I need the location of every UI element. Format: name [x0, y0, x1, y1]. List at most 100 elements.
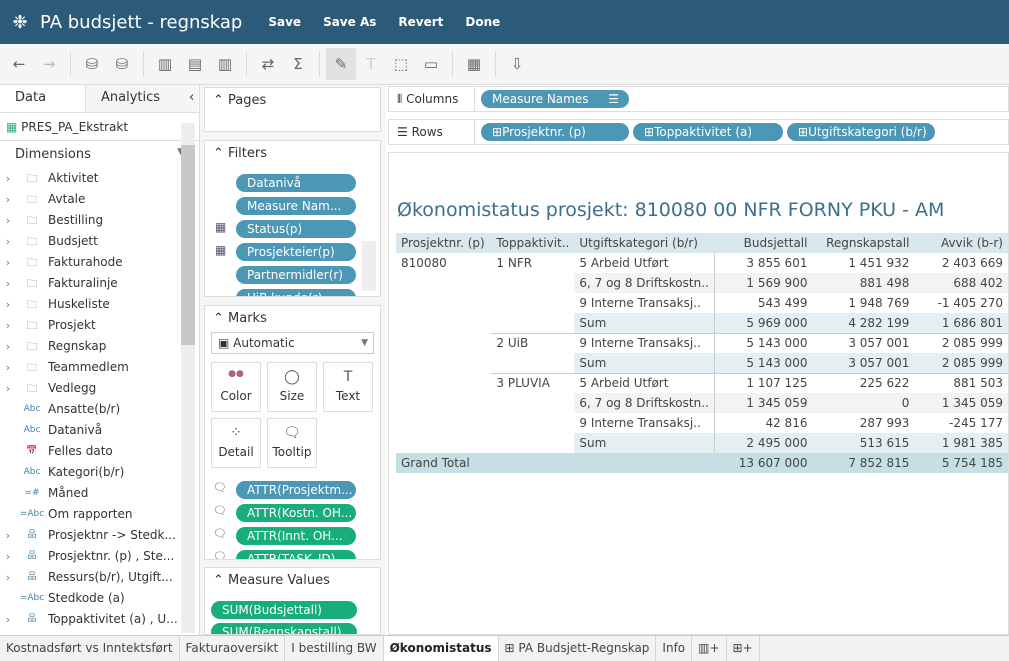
filter-pill[interactable]: UiB kunde(r) [236, 289, 356, 296]
save-button[interactable]: Save [268, 15, 301, 29]
sheet-tab[interactable]: ⊞ PA Budsjett-Regnskap [499, 636, 657, 661]
expand-icon[interactable]: › [0, 294, 16, 315]
dimension-item[interactable]: › 🗀 Vedlegg [0, 378, 199, 399]
dimension-item[interactable]: › 🗀 Fakturahode [0, 252, 199, 273]
dimension-item[interactable]: › 🗀 Avtale [0, 189, 199, 210]
expand-icon[interactable] [0, 483, 16, 504]
swap-icon[interactable]: ⇄ [253, 55, 283, 73]
expand-icon[interactable] [0, 420, 16, 441]
expand-icon[interactable]: › [0, 546, 16, 567]
dimension-item[interactable]: › 品 Ressurs(b/r), Utgift... [0, 567, 199, 588]
dimension-item[interactable]: Abc Datanivå [0, 420, 199, 441]
dimension-item[interactable]: › 🗀 Teammedlem [0, 357, 199, 378]
expand-icon[interactable]: › [0, 357, 16, 378]
labels-icon[interactable]: T [356, 55, 386, 73]
tab-analytics[interactable]: Analytics [85, 85, 185, 112]
new-dashboard-button[interactable]: ⊞+ [727, 636, 760, 661]
dimension-item[interactable]: =# Måned [0, 483, 199, 504]
forward-icon[interactable]: → [34, 55, 64, 73]
size-mark-button[interactable]: ◯ Size [267, 362, 317, 412]
detail-mark-button[interactable]: ⁘ Detail [211, 418, 261, 468]
dimension-item[interactable]: › 🗀 Regnskap [0, 336, 199, 357]
fit-icon[interactable]: ▭ [416, 55, 446, 73]
filter-pill[interactable]: Status(p) [236, 220, 356, 238]
expand-icon[interactable]: › [0, 210, 16, 231]
new-datasource-icon[interactable]: ⛁ [77, 55, 107, 73]
filter-pill[interactable]: Measure Nam... [236, 197, 356, 215]
back-icon[interactable]: ← [4, 55, 34, 73]
expand-icon[interactable]: › [0, 336, 16, 357]
dimension-item[interactable]: =Abc Stedkode (a) [0, 588, 199, 609]
expand-icon[interactable]: › [0, 609, 16, 630]
datasource[interactable]: ▦ PRES_PA_Ekstrakt [0, 113, 199, 141]
annotate-icon[interactable]: ⬚ [386, 55, 416, 73]
measure-pill[interactable]: SUM(Regnskapstall) [211, 623, 357, 634]
marks-pill[interactable]: ATTR(Prosjektm... [236, 481, 356, 499]
column-header[interactable]: Avvik (b-r) [914, 233, 1008, 253]
sheet-tab[interactable]: Fakturaoversikt [180, 636, 286, 661]
rows-shelf[interactable]: ☰ Rows ⊞Prosjektnr. (p) ⊞Toppaktivitet (… [388, 119, 1009, 145]
column-header[interactable]: Regnskapstall [812, 233, 915, 253]
filter-pill[interactable]: Datanivå [236, 174, 356, 192]
expand-icon[interactable]: › [0, 567, 16, 588]
sheet-tab[interactable]: Info [656, 636, 693, 661]
show-me-icon[interactable]: ▦ [459, 55, 489, 73]
expand-icon[interactable]: › [0, 231, 16, 252]
duplicate-sheet-icon[interactable]: ▤ [180, 55, 210, 73]
expand-icon[interactable] [0, 399, 16, 420]
scrollbar[interactable] [181, 123, 195, 633]
rows-pill[interactable]: ⊞Prosjektnr. (p) [481, 123, 629, 141]
columns-shelf[interactable]: ⦀ Columns Measure Names ☰ [388, 86, 1009, 112]
expand-icon[interactable]: › [0, 189, 16, 210]
dimension-item[interactable]: =Abc Om rapporten [0, 504, 199, 525]
dimension-item[interactable]: › 🗀 Budsjett [0, 231, 199, 252]
text-mark-button[interactable]: T Text [323, 362, 373, 412]
download-icon[interactable]: ⇩ [502, 55, 532, 73]
dimension-item[interactable]: › 🗀 Aktivitet [0, 168, 199, 189]
highlight-icon[interactable]: ✎ [326, 48, 356, 80]
filter-pill[interactable]: Prosjekteier(p) [236, 243, 356, 261]
dimension-item[interactable]: Abc Ansatte(b/r) [0, 399, 199, 420]
rows-pill[interactable]: ⊞Toppaktivitet (a) [633, 123, 783, 141]
expand-icon[interactable] [0, 504, 16, 525]
new-worksheet-icon[interactable]: ▥ [150, 55, 180, 73]
column-header[interactable]: Utgiftskategori (b/r) [574, 233, 715, 253]
clear-sheet-icon[interactable]: ▥ [210, 55, 240, 73]
dimension-item[interactable]: › 🗀 Fakturalinje [0, 273, 199, 294]
tooltip-mark-button[interactable]: 🗨 Tooltip [267, 418, 317, 468]
totals-icon[interactable]: Σ [283, 55, 313, 73]
marks-pill[interactable]: ATTR(Kostn. OH... [236, 504, 356, 522]
dimension-item[interactable]: › 🗀 Bestilling [0, 210, 199, 231]
sheet-tab[interactable]: Økonomistatus [383, 636, 499, 661]
new-worksheet-button[interactable]: ▥+ [692, 636, 727, 661]
rows-pill[interactable]: ⊞Utgiftskategori (b/r) [787, 123, 935, 141]
sheet-tab[interactable]: I bestilling BW [285, 636, 384, 661]
done-button[interactable]: Done [465, 15, 500, 29]
expand-icon[interactable] [0, 588, 16, 609]
expand-icon[interactable]: › [0, 315, 16, 336]
marks-pill[interactable]: ATTR(Innt. OH... [236, 527, 356, 545]
columns-pill[interactable]: Measure Names ☰ [481, 90, 629, 108]
expand-icon[interactable]: › [0, 378, 16, 399]
dimension-item[interactable]: › 🗀 Huskeliste [0, 294, 199, 315]
column-header[interactable]: Prosjektnr. (p) [396, 233, 492, 253]
measure-pill[interactable]: SUM(Budsjettall) [211, 601, 357, 619]
save-as-button[interactable]: Save As [323, 15, 376, 29]
color-mark-button[interactable]: ●● Color [211, 362, 261, 412]
mark-type-select[interactable]: ▣ Automatic ▼ [211, 332, 374, 354]
dimension-item[interactable]: 📅 Felles dato [0, 441, 199, 462]
expand-icon[interactable]: › [0, 525, 16, 546]
expand-icon[interactable]: › [0, 168, 16, 189]
expand-icon[interactable]: › [0, 273, 16, 294]
dimension-item[interactable]: › 品 Prosjektnr. (p) , Ste... [0, 546, 199, 567]
filter-pill[interactable]: Partnermidler(r) [236, 266, 356, 284]
collapse-icon[interactable]: ‹ [185, 85, 199, 112]
dimension-item[interactable]: › 品 Toppaktivitet (a) , U... [0, 609, 199, 630]
marks-pill[interactable]: ATTR(TASK_ID) [236, 550, 356, 559]
expand-icon[interactable] [0, 462, 16, 483]
expand-icon[interactable]: › [0, 252, 16, 273]
sheet-tab[interactable]: Kostnadsført vs Inntektsført [0, 636, 180, 661]
dimension-item[interactable]: Abc Kategori(b/r) [0, 462, 199, 483]
revert-button[interactable]: Revert [398, 15, 443, 29]
column-header[interactable]: Budsjettall [714, 233, 813, 253]
